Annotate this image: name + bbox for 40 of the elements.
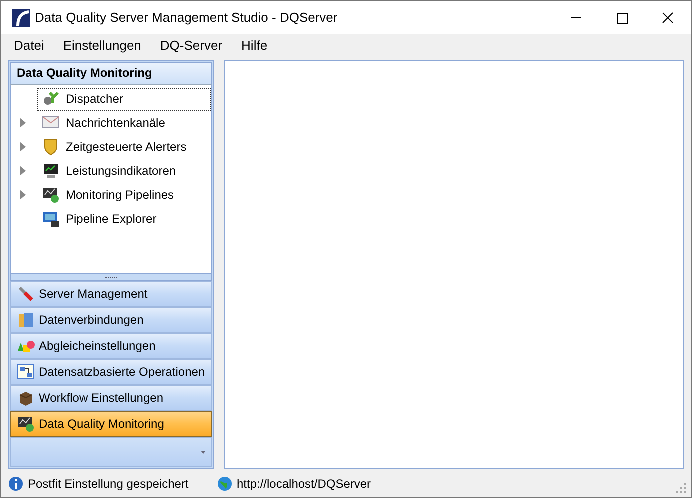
shield-icon <box>42 138 60 156</box>
tree-item[interactable]: Dispatcher <box>37 88 211 110</box>
tree-item[interactable]: Leistungsindikatoren <box>37 160 211 182</box>
dropdown-arrow-icon[interactable] <box>201 450 206 454</box>
app-logo-icon <box>12 8 30 26</box>
wrench-icon <box>17 285 35 303</box>
nav-section-button[interactable]: Abgleicheinstellungen <box>10 333 212 359</box>
menu-item[interactable]: DQ-Server <box>160 38 223 52</box>
menu-item[interactable]: Datei <box>14 38 44 52</box>
tree-item[interactable]: Monitoring Pipelines <box>37 184 211 206</box>
tree-item[interactable]: Nachrichtenkanäle <box>37 112 211 134</box>
expand-arrow-icon[interactable] <box>19 142 27 152</box>
expand-arrow-icon[interactable] <box>19 118 27 128</box>
diagram-icon <box>17 363 35 381</box>
panel-title: Data Quality Monitoring <box>10 62 212 85</box>
status-message: Postfit Einstellung gespeichert <box>28 477 190 491</box>
resize-grip-icon <box>676 483 686 493</box>
chart-icon <box>17 415 35 433</box>
window-title: Data Quality Server Management Studio - DQServer <box>35 10 339 25</box>
nav-section-button[interactable]: Workflow Einstellungen <box>10 385 212 411</box>
info-icon <box>8 476 24 492</box>
computer-icon <box>42 210 60 228</box>
network-icon <box>42 90 60 108</box>
box-icon <box>17 389 35 407</box>
splitter-handle[interactable] <box>10 273 212 281</box>
tree-item[interactable]: Pipeline Explorer <box>37 208 211 230</box>
status-url: http://localhost/DQServer <box>237 477 372 491</box>
nav-section-button[interactable]: Server Management <box>10 281 212 307</box>
expand-arrow-icon[interactable] <box>19 166 27 176</box>
menu-item[interactable]: Einstellungen <box>63 38 142 52</box>
chart-icon <box>42 186 60 204</box>
nav-section-button[interactable]: Datenverbindungen <box>10 307 212 333</box>
nav-section-button[interactable]: Data Quality Monitoring <box>10 411 212 437</box>
database-icon <box>17 311 35 329</box>
tree-item[interactable]: Zeitgesteuerte Alerters <box>37 136 211 158</box>
expand-arrow-icon[interactable] <box>19 190 27 200</box>
globe-icon <box>217 476 233 492</box>
nav-section-button[interactable]: Datensatzbasierte Operationen <box>10 359 212 385</box>
menu-item[interactable]: Hilfe <box>242 38 268 52</box>
monitor-icon <box>42 162 60 180</box>
